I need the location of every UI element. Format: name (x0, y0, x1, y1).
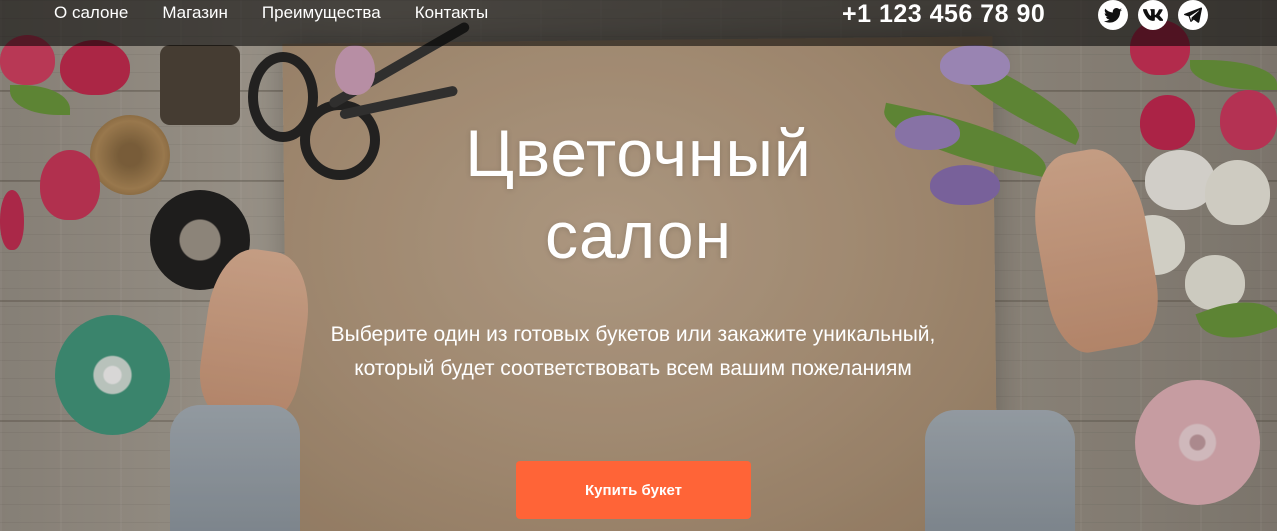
vk-icon[interactable] (1138, 0, 1168, 30)
nav-link-contacts[interactable]: Контакты (415, 3, 488, 23)
hero-title-line: Цветочный (465, 116, 812, 190)
phone-number[interactable]: +1 123 456 78 90 (842, 0, 1045, 28)
nav-link-shop[interactable]: Магазин (162, 3, 228, 23)
nav-link-advantages[interactable]: Преимущества (262, 3, 381, 23)
hero-subtitle: Выберите один из готовых букетов или зак… (0, 318, 1266, 386)
buy-bouquet-button[interactable]: Купить букет (516, 461, 751, 519)
hero-title: Цветочный салон (0, 112, 1277, 276)
hero-subtitle-line: который будет соответствовать всем вашим… (354, 357, 912, 380)
nav-link-about[interactable]: О салоне (54, 3, 128, 23)
top-navbar: О салоне Магазин Преимущества Контакты +… (0, 0, 1277, 46)
twitter-icon[interactable] (1098, 0, 1128, 30)
hero-subtitle-line: Выберите один из готовых букетов или зак… (330, 323, 936, 346)
social-links (1098, 0, 1208, 30)
telegram-icon[interactable] (1178, 0, 1208, 30)
main-menu: О салоне Магазин Преимущества Контакты (54, 3, 488, 23)
hero-title-line: салон (544, 198, 733, 272)
